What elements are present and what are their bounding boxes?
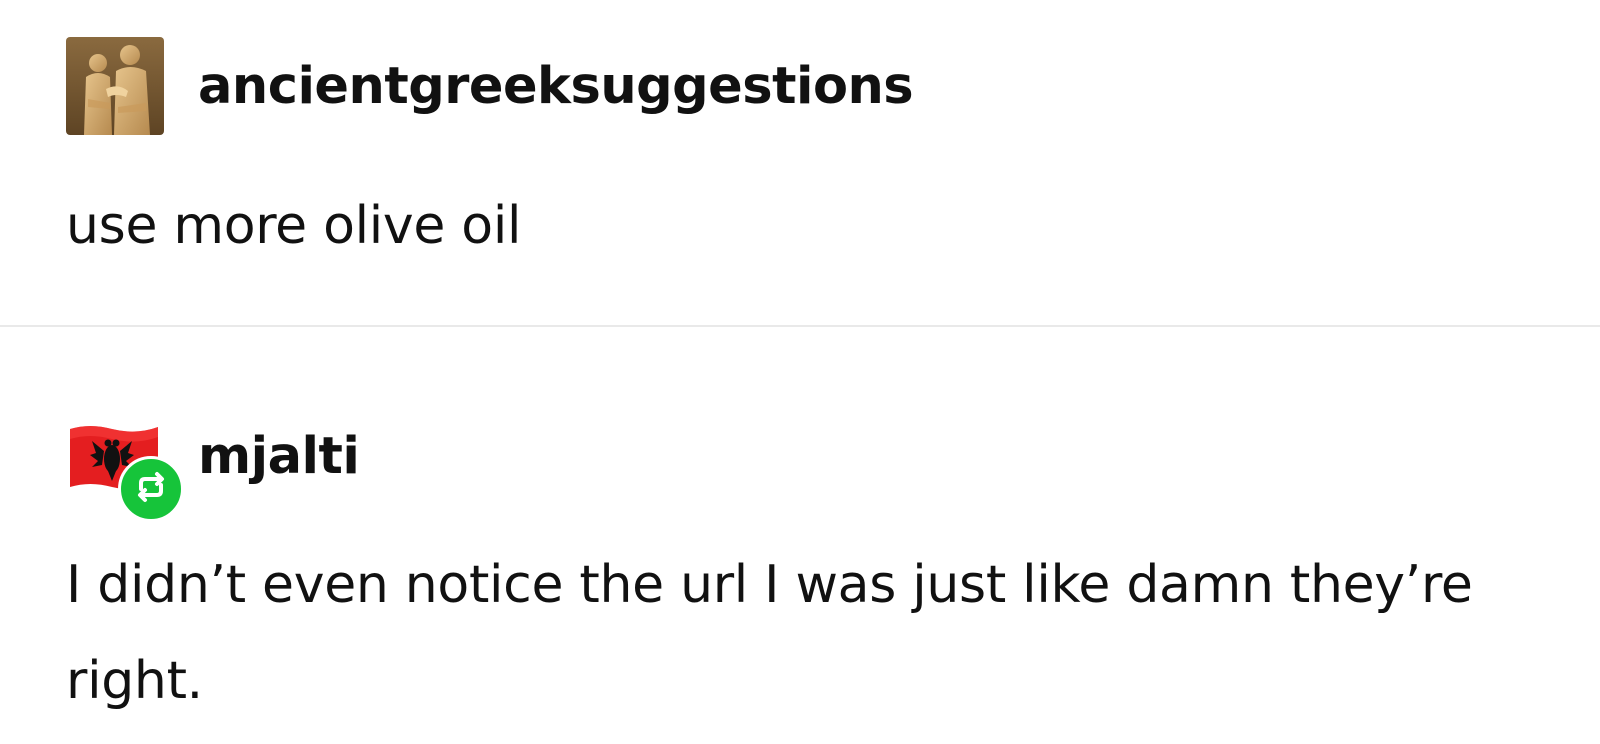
username[interactable]: ancientgreeksuggestions — [198, 61, 914, 112]
post-original: ancientgreeksuggestions use more olive o… — [0, 0, 1600, 325]
post-body: I didn’t even notice the url I was just … — [66, 555, 1473, 711]
statue-avatar-icon — [66, 37, 164, 135]
reblog-badge — [118, 456, 184, 522]
avatar[interactable] — [66, 407, 184, 522]
username[interactable]: mjalti — [198, 431, 360, 482]
avatar[interactable] — [66, 37, 164, 135]
post-body: use more olive oil — [66, 196, 522, 256]
reblog-icon — [131, 467, 171, 511]
post-header: mjalti — [66, 407, 360, 522]
post-reblog: mjalti I didn’t even notice the url I wa… — [0, 327, 1600, 744]
post-header: ancientgreeksuggestions — [66, 37, 914, 135]
